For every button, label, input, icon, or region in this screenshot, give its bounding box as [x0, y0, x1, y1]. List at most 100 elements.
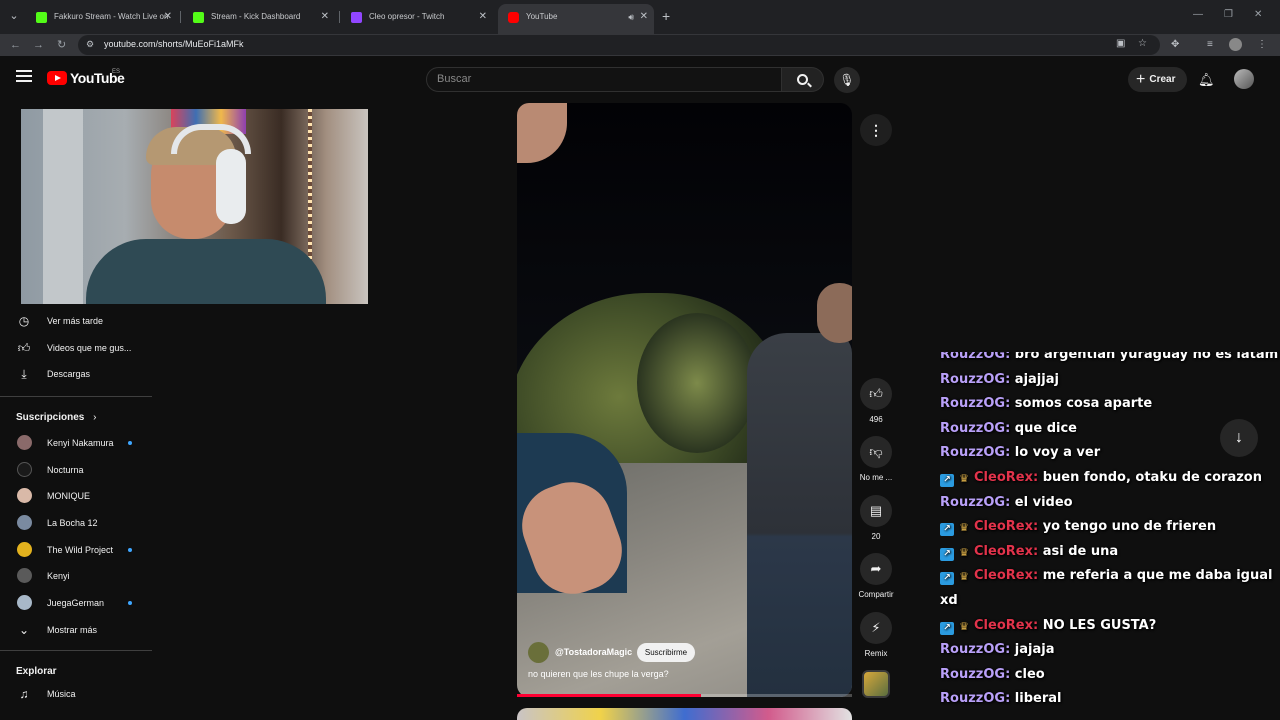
channel-avatar [17, 568, 32, 583]
new-tab-button[interactable]: + [662, 9, 670, 23]
chat-text: el video [1014, 494, 1073, 510]
forward-arrow-icon[interactable]: → [33, 38, 44, 52]
more-options-icon[interactable]: ⋮ [860, 114, 892, 146]
music-note-icon: ♫ [19, 687, 29, 701]
browser-menu-icon[interactable]: ⋮ [1257, 39, 1267, 50]
live-dot-icon [128, 548, 132, 552]
reload-icon[interactable]: ↻ [57, 38, 66, 52]
remix-button[interactable]: ⚡︎ Remix [855, 612, 897, 658]
cast-icon[interactable]: ▣ [1116, 38, 1125, 49]
sidebar-item-liked-videos[interactable]: 👍︎ Videos que me gus... [16, 335, 152, 361]
search-box [426, 67, 782, 92]
short-caption[interactable]: no quieren que les chupe la verga? [528, 669, 669, 679]
chat-username: RouzzOG [940, 642, 1006, 658]
thumbs-up-icon: 👍︎ [860, 378, 892, 410]
close-tab-icon[interactable]: ✕ [640, 4, 648, 30]
chat-message: ↗ ♛ CleoRex: yo tengo uno de frieren [940, 515, 1280, 540]
headphones-icon [216, 149, 246, 224]
browser-tab-twitch[interactable]: Cleo opresor - Twitch ✕ [341, 5, 493, 29]
comment-count: 20 [871, 532, 881, 541]
chat-badge-icon: ↗ [940, 547, 954, 561]
sidebar-item-subscription[interactable]: Kenyi Nakamura [16, 430, 152, 456]
tab-title: Cleo opresor - Twitch [369, 12, 445, 21]
chat-message: RouzzOG: el video [940, 491, 1280, 516]
comments-button[interactable]: ▤ 20 [855, 495, 897, 541]
clock-icon: ◷ [18, 314, 30, 328]
address-bar[interactable]: ⚙ youtube.com/shorts/MuEoFi1aMFk ▣ ☆ [78, 35, 1160, 55]
extensions-icon[interactable]: ✥ [1171, 39, 1179, 50]
browser-tab-youtube[interactable]: YouTube 🔊︎ ✕ [498, 4, 654, 34]
account-avatar[interactable] [1234, 69, 1254, 89]
chat-text: bro argentian yuraguay no es latam [1014, 352, 1279, 362]
hamburger-menu-icon[interactable] [16, 70, 32, 82]
bookmark-star-icon[interactable]: ☆ [1138, 38, 1147, 49]
sidebar-item-subscription[interactable]: Nocturna [16, 457, 152, 483]
youtube-logo-icon[interactable] [47, 71, 67, 85]
search-button[interactable] [782, 67, 824, 92]
sound-thumbnail[interactable] [862, 670, 890, 698]
sidebar-item-downloads[interactable]: ⤓ Descargas [16, 361, 152, 387]
next-short-preview[interactable] [517, 708, 852, 720]
show-more-button[interactable]: ⌄ Mostrar más [16, 617, 152, 643]
speaker-icon[interactable]: 🔊︎ [628, 4, 634, 30]
sidebar-item-subscription[interactable]: La Bocha 12 [16, 510, 152, 536]
chat-separator: : [1005, 445, 1015, 461]
microphone-icon: 🎙︎ [839, 73, 855, 87]
chat-message: RouzzOG: liberal [940, 687, 1280, 712]
media-controls-icon[interactable]: ≡ [1207, 39, 1213, 50]
subscribe-button[interactable]: Suscribirme [637, 643, 695, 662]
comment-icon: ▤ [860, 495, 892, 527]
chevron-down-icon: ⌄ [18, 623, 30, 637]
voice-search-button[interactable]: 🎙︎ [834, 67, 860, 93]
close-tab-icon[interactable]: ✕ [479, 5, 487, 29]
scroll-down-arrow-icon[interactable]: ↓ [1220, 419, 1258, 457]
chat-separator: : [1005, 420, 1015, 436]
browser-toolbar: ← → ↻ ⚙ youtube.com/shorts/MuEoFi1aMFk ▣… [0, 34, 1280, 56]
channel-avatar [17, 435, 32, 450]
site-info-icon[interactable]: ⚙ [86, 39, 94, 50]
plus-icon: + [1136, 71, 1146, 88]
restore-icon[interactable]: ❐ [1224, 9, 1233, 20]
close-tab-icon[interactable]: ✕ [164, 5, 172, 29]
browser-tab-kick-dashboard[interactable]: Stream - Kick Dashboard ✕ [183, 5, 335, 29]
webcam-person-body [86, 239, 326, 304]
sidebar-item-subscription[interactable]: JuegaGerman [16, 590, 152, 616]
channel-avatar [17, 595, 32, 610]
close-window-icon[interactable]: ✕ [1254, 9, 1262, 20]
sidebar-item-subscription[interactable]: MONIQUE [16, 483, 152, 509]
share-button[interactable]: ➦ Compartir [855, 553, 897, 599]
create-button[interactable]: + Crear [1128, 67, 1187, 92]
sidebar-item-subscription[interactable]: The Wild Project [16, 537, 152, 563]
sidebar-item-watch-later[interactable]: ◷ Ver más tarde [16, 308, 152, 334]
close-tab-icon[interactable]: ✕ [321, 5, 329, 29]
short-progress-bar[interactable] [517, 694, 852, 697]
dislike-button[interactable]: 👎︎ No me ... [855, 436, 897, 482]
chat-separator: : [1005, 396, 1015, 412]
channel-handle[interactable]: @TostadoraMagic [555, 647, 632, 657]
notifications-bell-icon[interactable]: 🔔︎ [1198, 72, 1215, 88]
subscriptions-heading[interactable]: Suscripciones › [16, 412, 96, 423]
sidebar-item-subscription[interactable]: Kenyi [16, 563, 152, 589]
browser-profile-avatar[interactable] [1229, 38, 1242, 51]
chat-username: CleoRex [974, 617, 1033, 633]
video-person [747, 333, 852, 697]
country-code: ES [112, 69, 121, 75]
remix-icon: ⚡︎ [860, 612, 892, 644]
chat-text: jajaja [1014, 642, 1055, 658]
tab-search-icon[interactable]: ⌄ [6, 8, 22, 24]
back-arrow-icon[interactable]: ← [10, 38, 21, 52]
sidebar-item-music[interactable]: ♫ Música [16, 681, 152, 707]
chat-separator: : [1032, 568, 1043, 584]
chat-separator: : [1005, 494, 1015, 510]
browser-tab-fakkuro[interactable]: Fakkuro Stream - Watch Live on ✕ [26, 5, 178, 29]
search-input[interactable] [427, 68, 781, 90]
chat-separator: : [1005, 371, 1015, 387]
chat-username: RouzzOG [940, 494, 1006, 510]
like-button[interactable]: 👍︎ 496 [855, 378, 897, 424]
explore-heading: Explorar [16, 666, 57, 677]
chat-username: RouzzOG [940, 691, 1006, 707]
tab-divider [180, 11, 181, 23]
shorts-video-player[interactable] [517, 103, 852, 697]
channel-avatar[interactable] [528, 642, 549, 663]
minimize-icon[interactable]: — [1193, 9, 1203, 20]
